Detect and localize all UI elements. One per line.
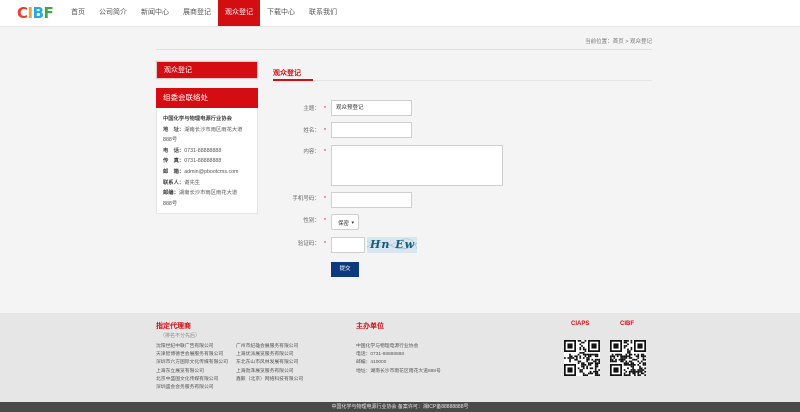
agents-list-col2: 广州市纪雄会展服务有限公司 上海优派展览服务有限公司 东北东山市风林发展有限公司… — [236, 343, 303, 384]
contact-panel: 组委会联络处 中国化学与物理电源行业协会 地 址：湖南长沙市雨区雨花大道 888… — [156, 88, 258, 214]
agent-item: 沈阳世纪中联广告有限公司 — [156, 344, 214, 349]
qr-code-icon — [564, 340, 600, 376]
chevron-down-icon: ▾ — [351, 220, 354, 226]
contact-line: 电 话：0731-88888888 — [163, 147, 222, 154]
contact-line: 888号 — [163, 200, 178, 207]
nav-visitor-registration[interactable]: 观众登记 — [218, 0, 260, 26]
qr-code-icon — [610, 340, 646, 376]
name-row: 姓名： * — [273, 122, 652, 138]
title-underline — [273, 79, 313, 81]
contact-line: 邮编：湖南长沙市雨区雨花大道 — [163, 190, 238, 197]
breadcrumb-prefix: 当前位置： — [585, 39, 613, 45]
agent-item: 东北东山市风林发展有限公司 — [236, 360, 299, 366]
logo-letter: F — [43, 4, 54, 22]
form-title: 观众登记 — [273, 70, 301, 77]
phone-label: 手机号码： * — [292, 196, 326, 202]
qr2-label: CIBF — [620, 321, 634, 327]
site-footer: 指定代理商 （排名不分先后） 沈阳世纪中联广告有限公司 天津智博德世会展服务有限… — [0, 313, 800, 402]
breadcrumb-current: 观众登记 — [629, 39, 652, 45]
registration-form: 观众登记 主题： * 观众预登记 姓名： * 内容： * 手机号码： * 性别： * 保密… — [273, 61, 652, 277]
captcha-image[interactable]: Hn Ew — [367, 237, 417, 253]
logo-letter: C — [17, 4, 28, 22]
agent-item: 上海劲泽展览服务有限公司 — [236, 368, 294, 374]
content-textarea[interactable] — [331, 145, 503, 186]
submit-row: 提交 — [273, 262, 652, 277]
contact-line: 地 址：湖南长沙市雨区雨花大道 — [163, 126, 243, 133]
agent-item: 深圳盛会会务服务有限公司 — [156, 385, 214, 391]
contact-panel-title: 组委会联络处 — [156, 88, 258, 108]
content-row: 内容： * — [273, 145, 652, 186]
captcha-row: 验证码： * Hn Ew — [273, 237, 652, 253]
form-title-bar: 观众登记 — [273, 61, 652, 81]
sidebar: 观众登记 组委会联络处 中国化学与物理电源行业协会 地 址：湖南长沙市雨区雨花大… — [155, 60, 259, 214]
subject-row: 主题： * 观众预登记 — [273, 100, 652, 116]
agents-subtitle: （排名不分先后） — [160, 333, 201, 339]
sidebar-item-visitor-registration[interactable]: 观众登记 — [155, 60, 259, 80]
content-label: 内容： * — [303, 149, 326, 155]
nav-downloads[interactable]: 下载中心 — [260, 0, 302, 26]
copyright-bar: 中国化学与物理电源行业协会 备案许可：湘ICP备88888888号 — [0, 402, 800, 412]
host-details: 中国化学与物理电源行业协会 电话：0731-88888888 邮编：410000… — [356, 343, 441, 376]
agent-item: 天津智博德世会展服务有限公司 — [156, 352, 224, 358]
captcha-label: 验证码： * — [297, 241, 326, 247]
breadcrumb-home-link[interactable]: 首页 — [613, 39, 624, 45]
host-line: 中国化学与物理电源行业协会 — [356, 344, 419, 349]
host-line: 邮编：410000 — [356, 360, 387, 366]
contact-details: 中国化学与物理电源行业协会 地 址：湖南长沙市雨区雨花大道 888号 电 话：0… — [157, 108, 257, 215]
contact-line: 联系人：谢先生 — [163, 179, 201, 186]
site-logo[interactable]: C I B F — [17, 4, 54, 22]
gender-label: 性别： * — [303, 218, 326, 224]
captcha-input[interactable] — [331, 237, 365, 253]
agents-list-col1: 沈阳世纪中联广告有限公司 天津智博德世会展服务有限公司 深圳市六方国际文化传媒有… — [156, 343, 228, 392]
contact-line: 邮 箱：admin@pbootcms.com — [163, 168, 239, 175]
nav-contact[interactable]: 联系我们 — [302, 0, 344, 26]
site-header: C I B F 首页 公司简介 新闻中心 展商登记 观众登记 下载中心 联系我们 — [0, 0, 800, 27]
captcha-text: Hn Ew — [370, 238, 416, 251]
submit-button[interactable]: 提交 — [331, 262, 359, 277]
nav-about[interactable]: 公司简介 — [92, 0, 134, 26]
host-line: 电话：0731-88888888 — [356, 352, 405, 358]
breadcrumb-bar: 当前位置：首页 > 观众登记 — [156, 33, 652, 50]
logo-letter: B — [32, 4, 44, 22]
contact-org: 中国化学与物理电源行业协会 — [163, 116, 232, 122]
name-field[interactable] — [331, 122, 412, 138]
contact-line: 888号 — [163, 137, 178, 144]
main-nav: 首页 公司简介 新闻中心 展商登记 观众登记 下载中心 联系我们 — [64, 0, 344, 26]
contact-line: 传 真：0731-88888888 — [163, 158, 222, 165]
breadcrumb: 当前位置：首页 > 观众登记 — [585, 37, 652, 45]
phone-field[interactable] — [331, 192, 412, 208]
agent-item: 上海优派展览服务有限公司 — [236, 352, 294, 358]
phone-row: 手机号码： * — [273, 192, 652, 208]
agents-title: 指定代理商 — [156, 323, 191, 330]
agent-item: 北京中盛国文化传媒有限公司 — [156, 376, 219, 382]
subject-field[interactable]: 观众预登记 — [331, 100, 412, 116]
host-line: 地址：湖南长沙市雨花区雨花大道888号 — [356, 368, 441, 374]
nav-home[interactable]: 首页 — [64, 0, 92, 26]
gender-select-value: 保密 — [338, 221, 350, 227]
nav-exhibitor-registration[interactable]: 展商登记 — [176, 0, 218, 26]
nav-news[interactable]: 新闻中心 — [134, 0, 176, 26]
agent-item: 广州市纪雄会展服务有限公司 — [236, 344, 299, 349]
gender-select[interactable]: 保密 ▾ — [331, 214, 359, 230]
agent-item: 深圳市六方国际文化传媒有限公司 — [156, 360, 228, 366]
subject-label: 主题： * — [303, 106, 326, 112]
qr1-label: CIAPS — [571, 321, 590, 327]
name-label: 姓名： * — [303, 128, 326, 134]
host-title: 主办单位 — [356, 323, 384, 330]
agent-item: 上海东立展览有限公司 — [156, 368, 204, 374]
agent-item: 鑫毅（北京）网络科技有限公司 — [236, 376, 304, 382]
gender-row: 性别： * 保密 ▾ — [273, 214, 652, 230]
